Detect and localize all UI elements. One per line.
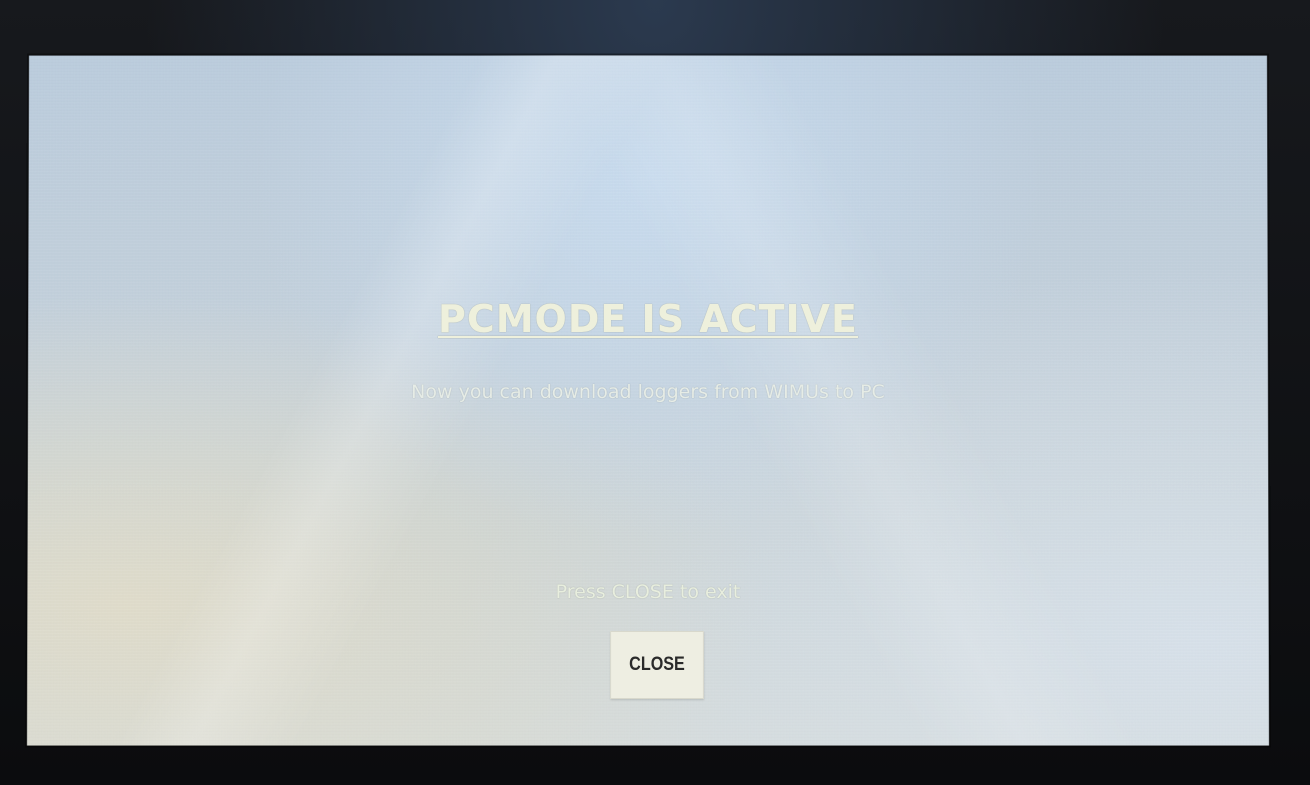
pcmode-dialog: PCMODE IS ACTIVE Now you can download lo… [28,55,1268,745]
dialog-message: Now you can download loggers from WIMUs … [411,381,885,403]
exit-hint: Press CLOSE to exit [555,581,741,603]
close-button[interactable]: CLOSE [610,631,704,699]
dialog-title: PCMODE IS ACTIVE [437,297,859,341]
